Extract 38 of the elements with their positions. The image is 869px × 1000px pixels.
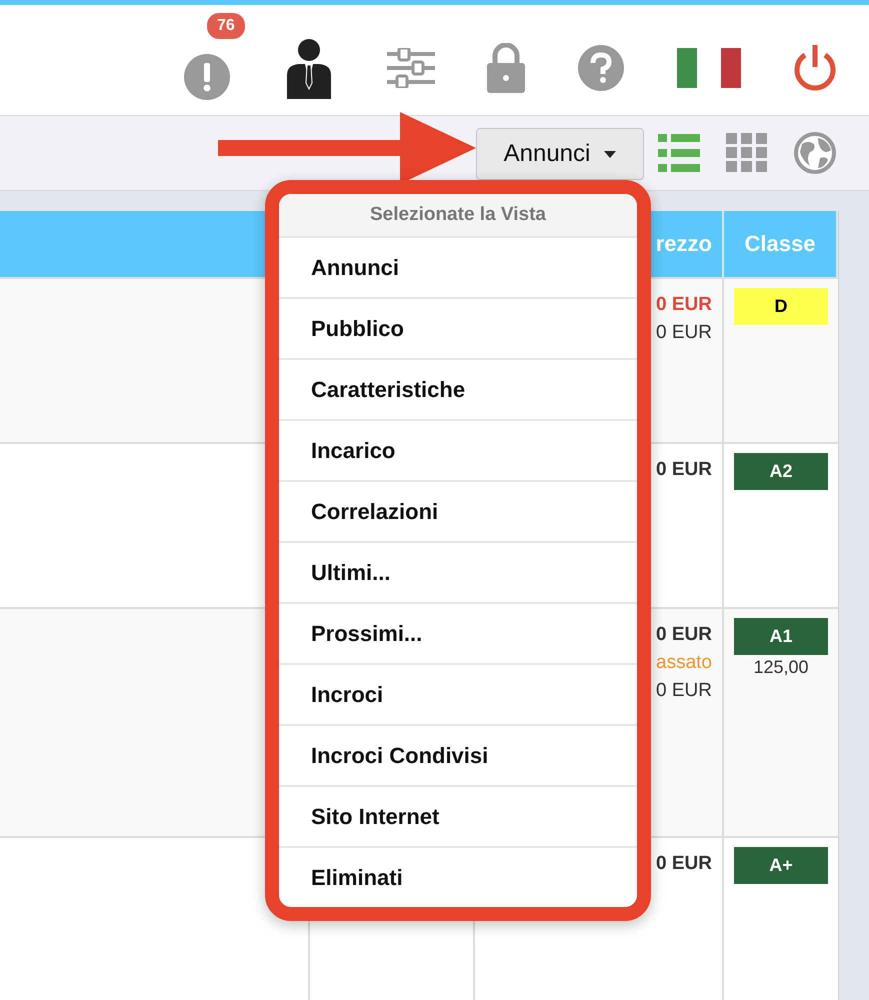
menu-item[interactable]: Sito Internet [279, 785, 637, 846]
menu-item[interactable]: Incarico [279, 419, 637, 480]
menu-item[interactable]: Caratteristiche [279, 358, 637, 419]
price-text: assato [656, 651, 712, 675]
price-text: 0 EUR [656, 852, 712, 876]
price-text: 0 EUR [656, 321, 712, 345]
energy-class-tag: A+ [734, 847, 828, 884]
help-icon[interactable] [577, 44, 625, 92]
menu-item[interactable]: Incroci Condivisi [279, 724, 637, 785]
menu-title: Selezionate la Vista [279, 194, 637, 236]
price-text: 0 EUR [656, 679, 712, 703]
lock-icon[interactable] [487, 43, 525, 93]
grid-view-icon[interactable] [726, 133, 768, 173]
column-header: rezzo [656, 231, 712, 257]
column-header: Classe [744, 231, 816, 257]
price-text: 0 EUR [656, 458, 712, 482]
price-text: 0 EUR [656, 293, 712, 317]
flag-icon[interactable] [677, 48, 741, 88]
energy-class-tag: D [734, 288, 828, 325]
notification-badge: 76 [207, 13, 245, 39]
energy-value: 125,00 [753, 657, 809, 678]
list-view-icon[interactable] [658, 134, 700, 172]
power-icon[interactable] [793, 45, 837, 91]
menu-item[interactable]: Ultimi... [279, 541, 637, 602]
energy-class-tag: A2 [734, 453, 828, 490]
energy-class-tag: A1 [734, 618, 828, 655]
menu-item[interactable]: Prossimi... [279, 602, 637, 663]
caret-icon [604, 150, 616, 158]
alert-icon[interactable] [183, 53, 231, 101]
view-dropdown-button[interactable]: Annunci [476, 128, 644, 180]
sliders-icon[interactable] [387, 48, 435, 88]
menu-item[interactable]: Annunci [279, 236, 637, 297]
globe-icon[interactable] [794, 132, 836, 174]
menu-item[interactable]: Pubblico [279, 297, 637, 358]
price-text: 0 EUR [656, 623, 712, 647]
menu-item[interactable]: Eliminati [279, 846, 637, 907]
menu-item[interactable]: Incroci [279, 663, 637, 724]
menu-item[interactable]: Correlazioni [279, 480, 637, 541]
